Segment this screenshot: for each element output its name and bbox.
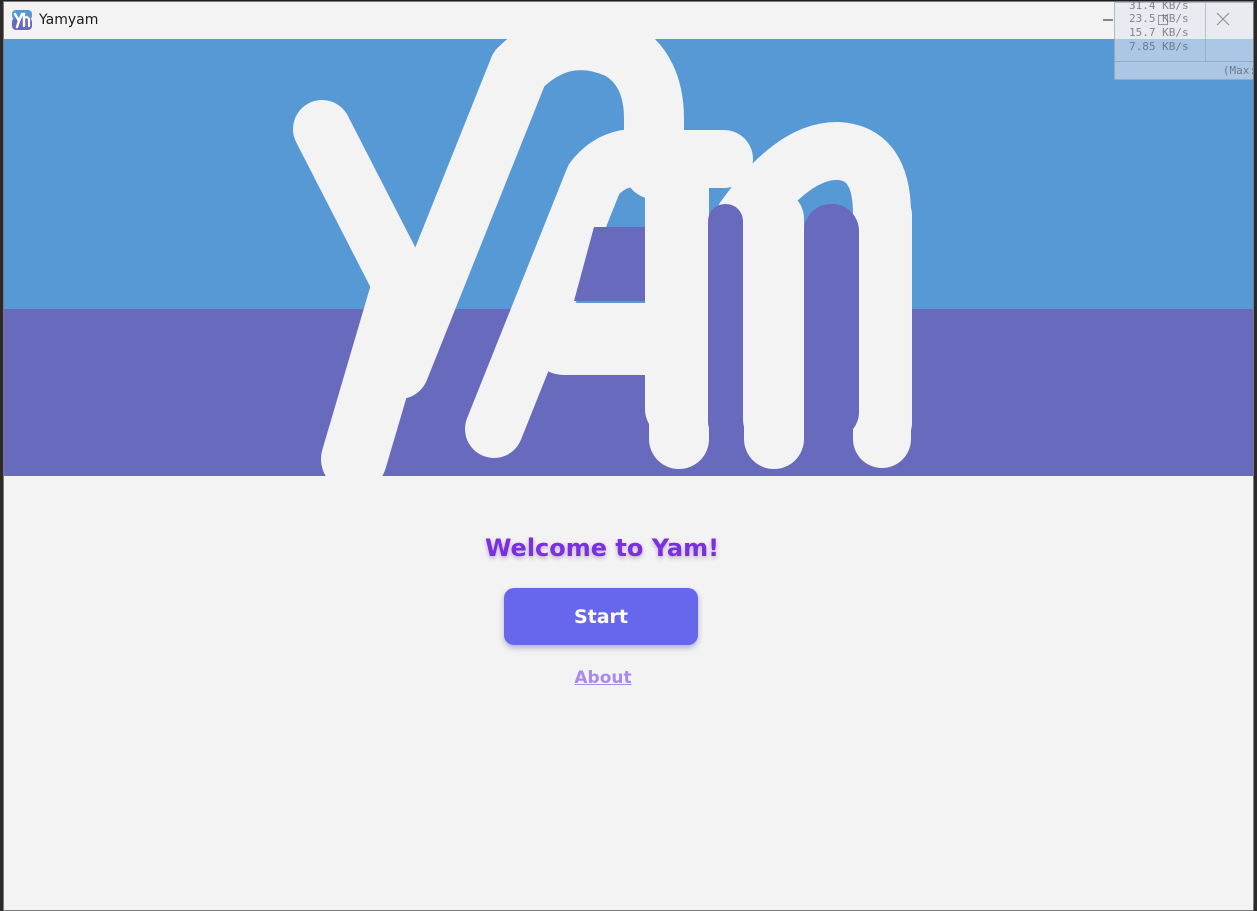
maximize-button[interactable] <box>1140 2 1186 39</box>
minimize-icon <box>1102 11 1114 30</box>
app-window: Yamyam Welcome to Yam! Start About 31.4 … <box>3 1 1254 911</box>
minimize-button[interactable] <box>1085 2 1131 39</box>
close-button[interactable] <box>1200 2 1246 39</box>
yam-logo-icon <box>12 10 32 30</box>
welcome-heading: Welcome to Yam! <box>484 534 720 562</box>
title-bar[interactable]: Yamyam <box>4 2 1253 39</box>
window-title: Yamyam <box>39 12 99 28</box>
about-link[interactable]: About <box>4 668 1202 688</box>
maximize-icon <box>1157 11 1169 30</box>
yam-banner <box>4 39 1253 476</box>
close-icon <box>1216 11 1230 30</box>
start-button[interactable]: Start <box>504 588 698 645</box>
main-content: Welcome to Yam! Start About <box>4 476 1253 910</box>
yam-logo-banner <box>4 39 1253 476</box>
